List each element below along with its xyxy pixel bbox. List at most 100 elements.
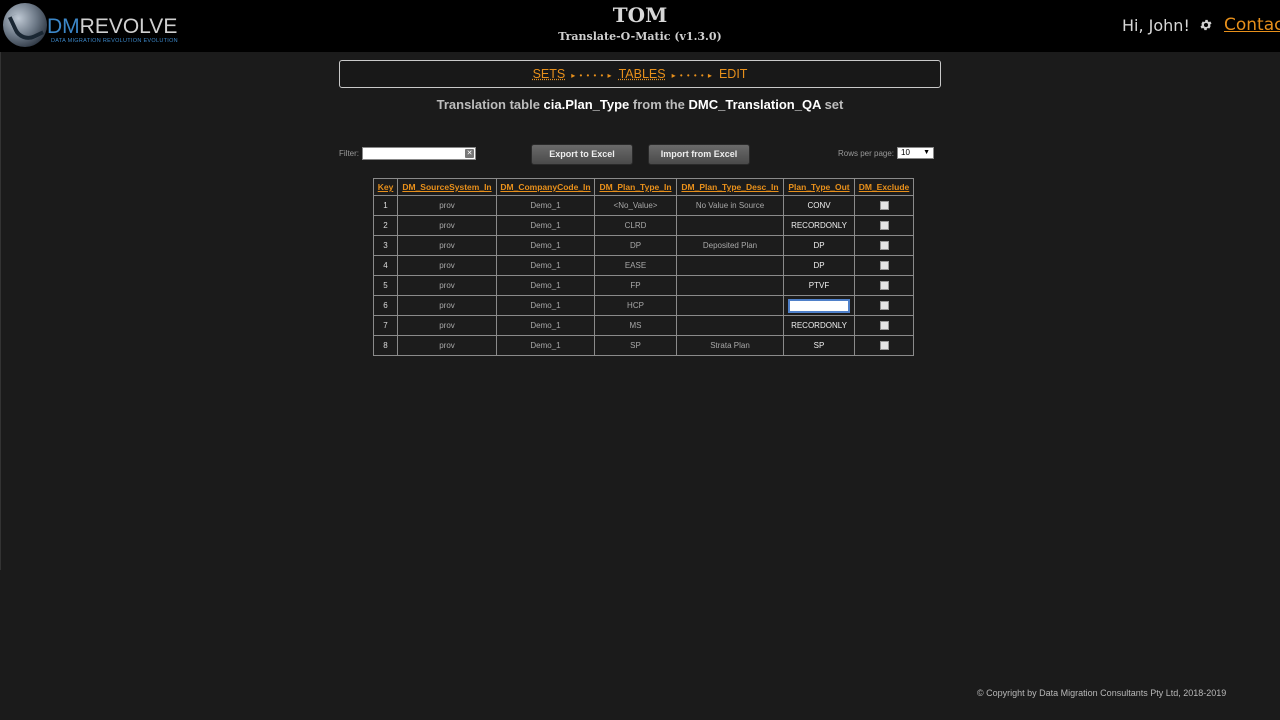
exclude-checkbox[interactable]	[879, 321, 889, 331]
copyright-text: © Copyright by Data Migration Consultant…	[977, 688, 1227, 698]
user-greeting: Hi, John!	[1122, 16, 1190, 35]
cell-source-system: prov	[397, 295, 497, 316]
clear-filter-icon[interactable]: ✕	[465, 149, 474, 158]
cell-key: 7	[373, 315, 398, 336]
cell-key: 1	[373, 195, 398, 216]
breadcrumb-arrow: ▸ • • • • ▸	[671, 71, 713, 80]
table-row: 2 prov Demo_1 CLRD RECORDONLY	[373, 215, 914, 236]
app-title: TOM	[612, 3, 668, 27]
gear-icon[interactable]	[1199, 18, 1213, 32]
contact-link[interactable]: Contact	[1224, 15, 1280, 35]
cell-key: 5	[373, 275, 398, 296]
cell-plan-type-out[interactable]: SP	[783, 335, 855, 356]
exclude-checkbox[interactable]	[879, 221, 889, 231]
cell-exclude	[854, 255, 914, 276]
cell-plan-type-desc	[676, 295, 784, 316]
cell-plan-type-in: CLRD	[594, 215, 677, 236]
cell-exclude	[854, 195, 914, 216]
import-from-excel-button[interactable]: Import from Excel	[648, 144, 750, 165]
table-row: 4 prov Demo_1 EASE DP	[373, 255, 914, 276]
cell-key: 6	[373, 295, 398, 316]
cell-exclude	[854, 275, 914, 296]
cell-exclude	[854, 295, 914, 316]
filter-label: Filter:	[339, 149, 359, 158]
page-title: Translation table cia.Plan_Type from the…	[436, 97, 844, 112]
cell-key: 8	[373, 335, 398, 356]
breadcrumb-sets[interactable]: SETS	[533, 67, 566, 81]
cell-plan-type-desc	[676, 255, 784, 276]
cell-plan-type-desc	[676, 275, 784, 296]
cell-plan-type-out[interactable]: RECORDONLY	[783, 315, 855, 336]
cell-plan-type-out	[783, 295, 855, 316]
cell-company-code: Demo_1	[496, 315, 595, 336]
filter-input[interactable]	[362, 147, 476, 160]
cell-plan-type-desc: Deposited Plan	[676, 235, 784, 256]
column-header-key[interactable]: Key	[373, 178, 398, 196]
cell-source-system: prov	[397, 315, 497, 336]
cell-source-system: prov	[397, 215, 497, 236]
exclude-checkbox[interactable]	[879, 261, 889, 271]
cell-key: 2	[373, 215, 398, 236]
exclude-checkbox[interactable]	[879, 241, 889, 251]
left-divider	[0, 52, 1, 570]
breadcrumb-edit: EDIT	[718, 67, 748, 81]
top-bar: DMREVOLVE DATA MIGRATION REVOLUTION EVOL…	[0, 0, 1280, 52]
breadcrumb: SETS ▸ • • • • ▸ TABLES ▸ • • • • ▸ EDIT	[339, 60, 941, 88]
export-to-excel-button[interactable]: Export to Excel	[531, 144, 633, 165]
cell-plan-type-in: HCP	[594, 295, 677, 316]
cell-source-system: prov	[397, 275, 497, 296]
cell-company-code: Demo_1	[496, 335, 595, 356]
cell-plan-type-out[interactable]: CONV	[783, 195, 855, 216]
column-header-plan-type-in[interactable]: DM_Plan_Type_In	[594, 178, 677, 196]
cell-key: 4	[373, 255, 398, 276]
cell-plan-type-in: DP	[594, 235, 677, 256]
breadcrumb-tables[interactable]: TABLES	[619, 67, 666, 81]
exclude-checkbox[interactable]	[879, 201, 889, 211]
cell-company-code: Demo_1	[496, 275, 595, 296]
column-header-exclude[interactable]: DM_Exclude	[854, 178, 914, 196]
cell-plan-type-in: EASE	[594, 255, 677, 276]
rows-per-page-select[interactable]: 10 ▼	[897, 147, 934, 159]
column-header-source-system[interactable]: DM_SourceSystem_In	[397, 178, 497, 196]
rows-per-page-label: Rows per page:	[838, 149, 895, 158]
chevron-down-icon: ▼	[923, 149, 930, 156]
column-header-plan-type-out[interactable]: Plan_Type_Out	[783, 178, 855, 196]
cell-plan-type-out[interactable]: DP	[783, 235, 855, 256]
cell-plan-type-out[interactable]: PTVF	[783, 275, 855, 296]
table-name: cia.Plan_Type	[543, 97, 630, 112]
cell-plan-type-in: MS	[594, 315, 677, 336]
plan-type-out-edit-input[interactable]	[788, 298, 850, 313]
cell-key: 3	[373, 235, 398, 256]
translation-table: Key DM_SourceSystem_In DM_CompanyCode_In…	[373, 178, 914, 356]
table-row: 8 prov Demo_1 SP Strata Plan SP	[373, 335, 914, 356]
column-header-company-code[interactable]: DM_CompanyCode_In	[496, 178, 595, 196]
table-row: 7 prov Demo_1 MS RECORDONLY	[373, 315, 914, 336]
cell-source-system: prov	[397, 195, 497, 216]
cell-plan-type-desc	[676, 315, 784, 336]
cell-plan-type-desc	[676, 215, 784, 236]
cell-plan-type-out[interactable]: RECORDONLY	[783, 215, 855, 236]
cell-source-system: prov	[397, 235, 497, 256]
cell-company-code: Demo_1	[496, 195, 595, 216]
exclude-checkbox[interactable]	[879, 341, 889, 351]
app-subtitle: Translate-O-Matic (v1.3.0)	[558, 30, 722, 43]
cell-company-code: Demo_1	[496, 235, 595, 256]
table-row: 5 prov Demo_1 FP PTVF	[373, 275, 914, 296]
cell-exclude	[854, 315, 914, 336]
cell-exclude	[854, 235, 914, 256]
cell-exclude	[854, 335, 914, 356]
exclude-checkbox[interactable]	[879, 281, 889, 291]
cell-company-code: Demo_1	[496, 255, 595, 276]
exclude-checkbox[interactable]	[879, 301, 889, 311]
set-name: DMC_Translation_QA	[688, 97, 821, 112]
table-header-row: Key DM_SourceSystem_In DM_CompanyCode_In…	[373, 178, 914, 196]
cell-source-system: prov	[397, 335, 497, 356]
cell-company-code: Demo_1	[496, 215, 595, 236]
cell-company-code: Demo_1	[496, 295, 595, 316]
cell-plan-type-out[interactable]: DP	[783, 255, 855, 276]
cell-plan-type-desc: No Value in Source	[676, 195, 784, 216]
column-header-plan-type-desc[interactable]: DM_Plan_Type_Desc_In	[676, 178, 784, 196]
table-row: 3 prov Demo_1 DP Deposited Plan DP	[373, 235, 914, 256]
breadcrumb-arrow: ▸ • • • • ▸	[571, 71, 613, 80]
cell-plan-type-in: SP	[594, 335, 677, 356]
